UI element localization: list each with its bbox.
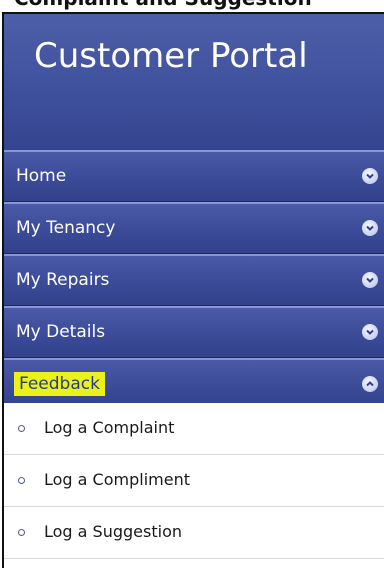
chevron-down-icon[interactable] [362, 220, 378, 236]
main-nav: Home My Tenancy My Repairs My Details Fe… [4, 150, 384, 410]
cropped-caption: Complaint and Suggestion [0, 0, 384, 12]
submenu-item-label: Log a Suggestion [44, 522, 182, 541]
nav-item-home[interactable]: Home [4, 150, 384, 202]
submenu-item-label: Log a Compliment [44, 470, 190, 489]
feedback-submenu: Log a Complaint Log a Compliment Log a S… [4, 403, 384, 559]
chevron-down-icon[interactable] [362, 168, 378, 184]
caption-text: Complaint and Suggestion [14, 0, 312, 10]
submenu-item-log-suggestion[interactable]: Log a Suggestion [4, 507, 384, 559]
nav-item-label: Home [16, 166, 67, 186]
submenu-item-label: Log a Complaint [44, 418, 175, 437]
submenu-item-log-complaint[interactable]: Log a Complaint [4, 403, 384, 455]
portal-header: Customer Portal [4, 14, 384, 150]
bullet-icon [18, 425, 25, 432]
submenu-item-log-compliment[interactable]: Log a Compliment [4, 455, 384, 507]
nav-item-label: My Tenancy [16, 218, 116, 238]
nav-item-label: My Repairs [16, 270, 110, 290]
nav-item-my-repairs[interactable]: My Repairs [4, 254, 384, 306]
nav-item-my-details[interactable]: My Details [4, 306, 384, 358]
customer-portal-screenshot: Complaint and Suggestion Customer Portal… [0, 0, 384, 568]
sidebar-menu: Customer Portal Home My Tenancy My Repai… [2, 12, 384, 568]
chevron-up-icon[interactable] [362, 376, 378, 392]
nav-item-label-highlighted: Feedback [14, 372, 105, 396]
chevron-down-icon[interactable] [362, 272, 378, 288]
nav-item-label: My Details [16, 322, 106, 342]
bullet-icon [18, 477, 25, 484]
portal-title: Customer Portal [34, 36, 308, 76]
bullet-icon [18, 529, 25, 536]
nav-item-my-tenancy[interactable]: My Tenancy [4, 202, 384, 254]
chevron-down-icon[interactable] [362, 324, 378, 340]
